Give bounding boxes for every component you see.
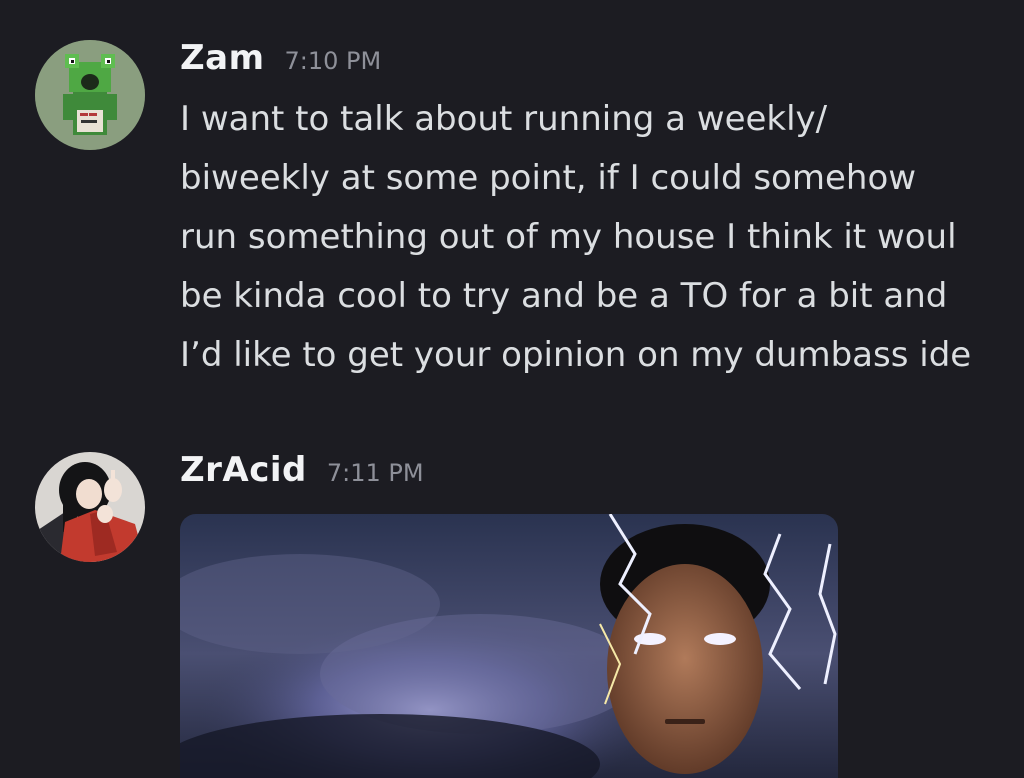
chat-message-list: Zam 7:10 PM I want to talk about running … — [0, 0, 1024, 778]
message-text-line: biweekly at some point, if I could someh… — [180, 158, 917, 198]
message-text-line: I’d like to get your opinion on my dumba… — [180, 335, 972, 375]
anime-character-avatar-icon[interactable] — [35, 452, 145, 562]
message-text-line: I want to talk about running a weekly/ — [180, 99, 828, 139]
message-text-line: run something out of my house I think it… — [180, 217, 957, 257]
timestamp: 7:10 PM — [284, 47, 382, 75]
author-name[interactable]: Zam — [180, 38, 265, 78]
message-header: Zam 7:10 PM — [180, 38, 381, 78]
message-text-line: be kinda cool to try and be a TO for a b… — [180, 276, 948, 316]
image-attachment[interactable] — [180, 514, 838, 778]
author-name[interactable]: ZrAcid — [180, 450, 307, 490]
lightning-storm-image — [180, 514, 838, 778]
message-content: I want to talk about running a weekly/ b… — [180, 90, 1024, 385]
message-header: ZrAcid 7:11 PM — [180, 450, 424, 490]
frog-avatar-icon[interactable] — [35, 40, 145, 150]
timestamp: 7:11 PM — [326, 459, 424, 487]
